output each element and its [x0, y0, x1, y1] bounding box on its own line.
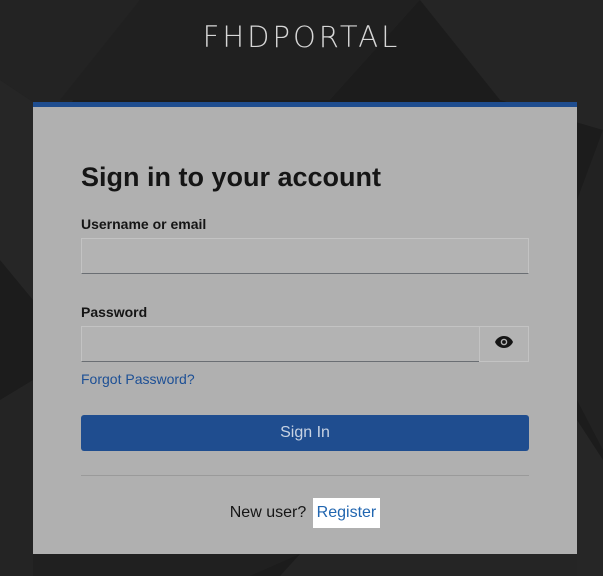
register-row: New user? Register: [33, 498, 577, 528]
new-user-text: New user?: [229, 504, 307, 521]
sign-in-button[interactable]: Sign In: [81, 415, 529, 451]
divider: [81, 475, 529, 476]
register-link[interactable]: Register: [312, 498, 381, 528]
password-label: Password: [81, 304, 148, 320]
password-input[interactable]: [81, 326, 480, 362]
username-input[interactable]: [81, 238, 529, 274]
username-label: Username or email: [81, 216, 207, 232]
brand-logo-text: FHDPORTAL: [202, 20, 401, 54]
page-title: Sign in to your account: [81, 162, 382, 192]
login-card: Sign in to your account Username or emai…: [33, 102, 577, 554]
forgot-password-link[interactable]: Forgot Password?: [81, 371, 195, 387]
eye-icon: [495, 335, 513, 353]
show-password-button[interactable]: [479, 326, 529, 362]
